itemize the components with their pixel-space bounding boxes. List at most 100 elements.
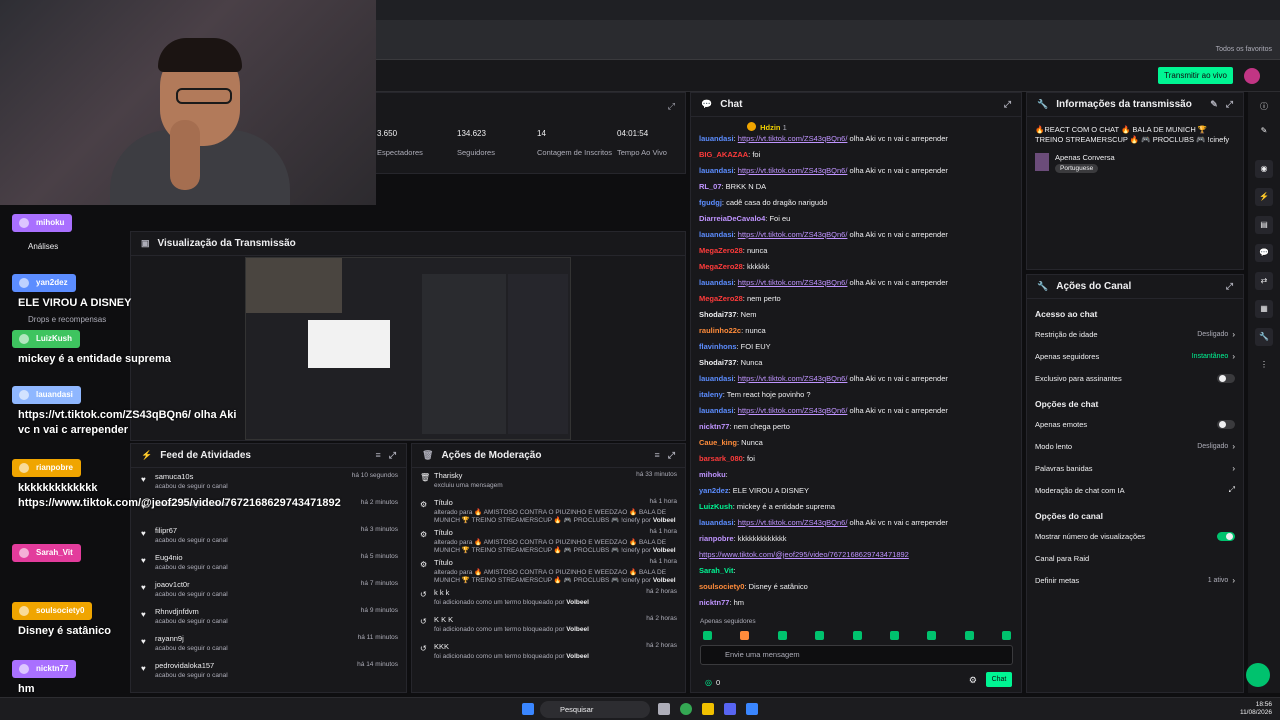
chat-username[interactable]: nicktn77 (699, 598, 729, 607)
emote-icon[interactable] (740, 631, 750, 640)
chat-username[interactable]: lauandasi (699, 166, 734, 175)
chat-username[interactable]: DiarreiaDeCavalo4 (699, 214, 765, 223)
bolt-icon[interactable]: ⚡ (1255, 188, 1273, 206)
feed-user[interactable]: joaov1ct0r (141, 580, 396, 589)
edit-icon[interactable]: ✎ (1210, 99, 1218, 110)
folder-icon[interactable] (702, 703, 714, 715)
category-name[interactable]: Apenas Conversa (1055, 153, 1115, 162)
mod-item[interactable]: 🗑 Tharisky excluiu uma mensagem há 33 minu… (412, 468, 685, 495)
action-row[interactable]: Palavras banidas › (1027, 457, 1243, 479)
mod-item[interactable]: ↺ k k k foi adicionado como um termo bloqu… (412, 585, 685, 612)
start-icon[interactable] (522, 703, 534, 715)
chat-username[interactable]: LuizKush (699, 502, 733, 511)
user-avatar[interactable] (1244, 68, 1260, 84)
all-bookmarks-link[interactable]: Todos os favoritos (1216, 46, 1272, 53)
popout-icon[interactable]: ⤢ (668, 101, 675, 112)
popout-icon[interactable]: ⤢ (1226, 99, 1233, 110)
chat-link[interactable]: https://vt.tiktok.com/ZS43qBQn6/ (738, 406, 848, 415)
feed-item[interactable]: ♥ filipr67 acabou de seguir o canal há 3 mi… (131, 522, 406, 549)
mod-item-actor[interactable]: Volbeel (653, 547, 676, 554)
mod-item-actor[interactable]: Volbeel (566, 599, 589, 606)
popout-icon[interactable]: ⤢ (668, 450, 675, 461)
emote-icon[interactable] (927, 631, 937, 640)
chat-username[interactable]: barsark_080 (699, 454, 743, 463)
feed-item[interactable]: ♥ joaov1ct0r acabou de seguir o canal há 7 … (131, 576, 406, 603)
category-thumbnail[interactable] (1035, 153, 1049, 171)
emote-icon[interactable] (889, 631, 899, 640)
filter-icon[interactable]: ≡ (376, 450, 381, 461)
action-row[interactable]: Apenas emotes (1027, 413, 1243, 435)
chat-username[interactable]: MegaZero28 (699, 262, 743, 271)
chat-username[interactable]: lauandasi (699, 406, 734, 415)
chat-link[interactable]: https://vt.tiktok.com/ZS43qBQn6/ (738, 134, 848, 143)
chat-username[interactable]: rianpobre (699, 534, 734, 543)
chat-username[interactable]: lauandasi (699, 518, 734, 527)
chat-username[interactable]: yan2dez (699, 486, 729, 495)
chat-username[interactable]: flavinhons (699, 342, 737, 351)
chat-username[interactable]: mihoku (699, 470, 726, 479)
action-row[interactable]: Definir metas 1 ativo › (1027, 569, 1243, 591)
filter-icon[interactable]: ≡ (655, 450, 660, 461)
feed-item[interactable]: ♥ Eug4nio acabou de seguir o canal há 5 min… (131, 549, 406, 576)
action-row[interactable]: Modo lento Desligado › (1027, 435, 1243, 457)
mod-item-actor[interactable]: Volbeel (653, 577, 676, 584)
chat-username[interactable]: RL_07 (699, 182, 722, 191)
mod-item[interactable]: ⚙ Título alterado para 🔥 AMISTOSO CONTRA O… (412, 495, 685, 525)
chat-icon[interactable]: 💬 (1255, 244, 1273, 262)
chat-username[interactable]: raulinho22c (699, 326, 741, 335)
chat-link[interactable]: https://vt.tiktok.com/ZS43qBQn6/ (738, 518, 848, 527)
mod-item[interactable]: ↺ KKK foi adicionado como um termo bloquea… (412, 639, 685, 666)
floating-chat-icon[interactable] (1246, 663, 1270, 687)
stream-preview-video[interactable] (245, 257, 571, 440)
chat-username[interactable]: lauandasi (699, 374, 734, 383)
go-live-button[interactable]: Transmitir ao vivo (1158, 67, 1233, 84)
emote-icon[interactable] (1002, 631, 1011, 640)
chat-username[interactable]: BIG_AKAZAA (699, 150, 748, 159)
mod-item[interactable]: ⚙ Título alterado para 🔥 AMISTOSO CONTRA O… (412, 525, 685, 555)
action-row[interactable]: Apenas seguidores Instantâneo › (1027, 345, 1243, 367)
mod-item-actor[interactable]: Volbeel (566, 653, 589, 660)
discord-icon[interactable] (724, 703, 736, 715)
action-row[interactable]: Canal para Raid (1027, 547, 1243, 569)
chat-username[interactable]: nicktn77 (699, 422, 729, 431)
popout-icon[interactable]: ⤢ (1004, 99, 1011, 110)
chat-username[interactable]: Sarah_Vit (699, 566, 733, 575)
chat-username[interactable]: lauandasi (699, 134, 734, 143)
task-view-icon[interactable] (658, 703, 670, 715)
rail-tool-icon[interactable]: ▤ (1255, 216, 1273, 234)
chat-send-button[interactable]: Chat (986, 672, 1012, 687)
pencil-icon[interactable]: ✎ (1255, 122, 1273, 140)
chat-username[interactable]: Caue_king (699, 438, 737, 447)
chat-link[interactable]: https://vt.tiktok.com/ZS43qBQn6/ (738, 278, 848, 287)
chat-username[interactable]: lauandasi (699, 230, 734, 239)
toggle-switch[interactable] (1217, 419, 1235, 429)
toggle-switch[interactable] (1217, 373, 1235, 383)
chat-input[interactable]: Envie uma mensagem (700, 645, 1013, 665)
popout-icon[interactable]: ⤢ (389, 450, 396, 461)
action-row[interactable]: Exclusivo para assinantes (1027, 367, 1243, 389)
chat-username[interactable]: italeny (699, 390, 723, 399)
chat-username[interactable]: MegaZero28 (699, 246, 743, 255)
chat-username[interactable]: soulsociety0 (699, 582, 744, 591)
mod-item[interactable]: ↺ K K K foi adicionado como um termo bloqu… (412, 612, 685, 639)
feed-user[interactable]: filipr67 (141, 526, 396, 535)
feed-item[interactable]: ♥ pedrovidaloka157 acabou de seguir o cana… (131, 657, 406, 684)
emote-icon[interactable] (852, 631, 862, 640)
info-icon[interactable]: ⓘ (1255, 98, 1273, 116)
chat-link[interactable]: https://vt.tiktok.com/ZS43qBQn6/ (738, 374, 848, 383)
app-icon[interactable] (746, 703, 758, 715)
chat-username[interactable]: lauandasi (699, 278, 734, 287)
language-tag[interactable]: Portuguese (1055, 164, 1099, 173)
mod-item-actor[interactable]: Volbeel (653, 517, 676, 524)
chat-username[interactable]: Shodai737 (699, 358, 737, 367)
taskbar-search[interactable]: Pesquisar (540, 701, 650, 718)
chat-link[interactable]: https://vt.tiktok.com/ZS43qBQn6/ (738, 230, 848, 239)
feed-user[interactable]: Rhnvdjnfdvm (141, 607, 396, 616)
mod-item[interactable]: ⚙ Título alterado para 🔥 AMISTOSO CONTRA O… (412, 555, 685, 585)
rail-tool-icon[interactable]: ⋮ (1255, 356, 1273, 374)
chrome-icon[interactable] (680, 703, 692, 715)
rail-tool-icon[interactable]: ◉ (1255, 160, 1273, 178)
chat-link[interactable]: https://www.tiktok.com/@jeof295/video/76… (699, 550, 909, 559)
chat-username[interactable]: fgudgj (699, 198, 722, 207)
emote-icon[interactable] (777, 631, 787, 640)
